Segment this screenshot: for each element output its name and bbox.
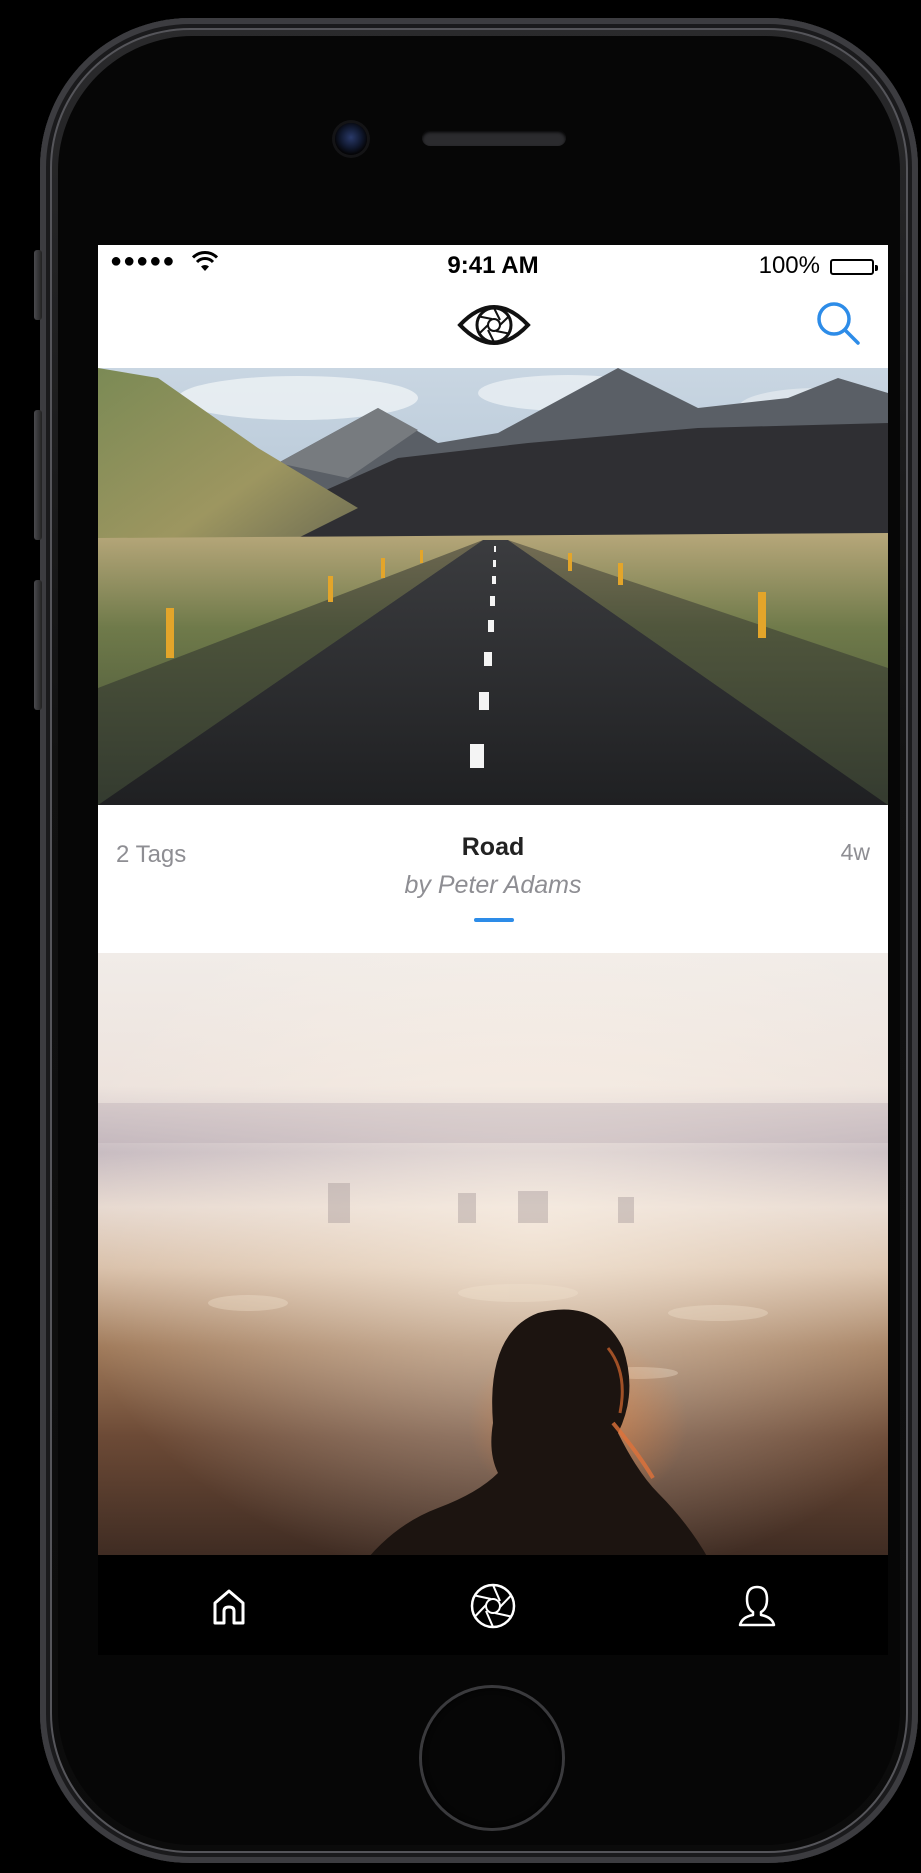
battery-percentage: 100% xyxy=(758,252,820,279)
front-camera xyxy=(335,123,367,155)
status-bar: ●●●●● 9:41 AM 100% xyxy=(98,245,888,285)
photo-age: 4w xyxy=(840,839,870,865)
profile-icon[interactable] xyxy=(732,1581,782,1631)
navigation-bar xyxy=(98,285,888,368)
volume-down-button xyxy=(34,580,42,710)
home-icon[interactable] xyxy=(204,1581,254,1631)
photo-author[interactable]: by Peter Adams xyxy=(98,871,888,900)
photo-title: Road xyxy=(461,833,525,861)
search-icon[interactable] xyxy=(814,299,862,347)
aperture-eye-logo-icon xyxy=(457,305,531,345)
volume-up-button xyxy=(34,410,42,540)
battery-icon xyxy=(830,259,878,275)
earpiece-speaker xyxy=(422,130,566,146)
feed-item-meta: 2 Tags Road by Peter Adams 4w xyxy=(98,805,888,953)
tab-bar xyxy=(98,1555,888,1655)
feed-item-photo-road[interactable] xyxy=(98,368,888,805)
item-divider-indicator xyxy=(474,918,514,922)
mute-switch xyxy=(34,250,42,320)
feed-item-photo-woman[interactable] xyxy=(98,953,888,1558)
app-screen: ●●●●● 9:41 AM 100% 2 Tags Road by Peter … xyxy=(98,245,888,1558)
home-button[interactable] xyxy=(422,1688,562,1828)
aperture-icon[interactable] xyxy=(468,1581,518,1631)
